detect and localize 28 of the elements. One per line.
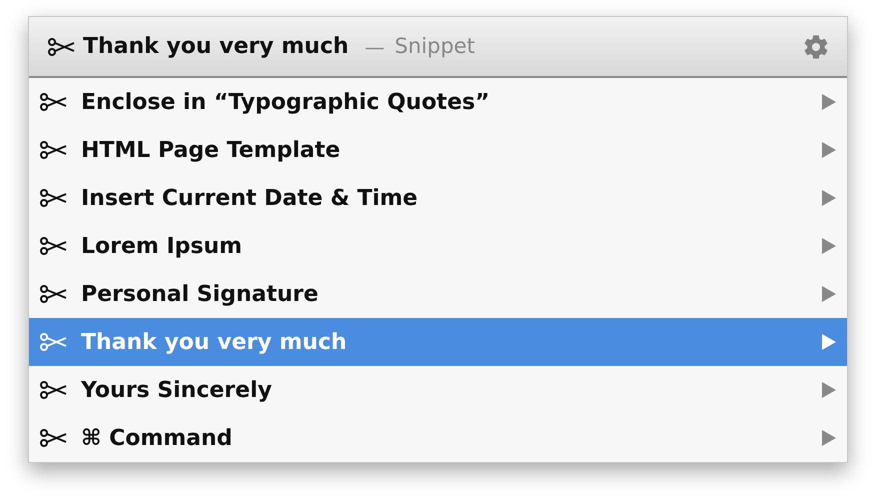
scissors-icon — [39, 285, 67, 303]
submenu-arrow-icon — [821, 237, 837, 255]
submenu-arrow-icon — [821, 93, 837, 111]
menu-item[interactable]: Personal Signature — [29, 270, 847, 318]
header-title: Thank you very much — [83, 33, 349, 61]
menu-item[interactable]: Yours Sincerely — [29, 366, 847, 414]
scissors-icon — [39, 333, 67, 351]
menu-item[interactable]: ⌘ Command — [29, 414, 847, 462]
header-separator: — — [364, 34, 385, 60]
submenu-arrow-icon — [821, 333, 837, 351]
menu-item[interactable]: Enclose in “Typographic Quotes” — [29, 78, 847, 126]
header-subtitle: Snippet — [394, 32, 475, 60]
menu-item[interactable]: Lorem Ipsum — [29, 222, 847, 270]
submenu-arrow-icon — [821, 381, 837, 399]
submenu-arrow-icon — [821, 141, 837, 159]
menu-item[interactable]: Insert Current Date & Time — [29, 174, 847, 222]
scissors-icon — [39, 189, 67, 207]
scissors-icon — [39, 141, 67, 159]
menu-item[interactable]: HTML Page Template — [29, 126, 847, 174]
scissors-icon — [47, 38, 75, 56]
scissors-icon — [39, 93, 67, 111]
scissors-icon — [39, 429, 67, 447]
scissors-icon — [39, 237, 67, 255]
submenu-arrow-icon — [821, 189, 837, 207]
submenu-arrow-icon — [821, 429, 837, 447]
submenu-arrow-icon — [821, 285, 837, 303]
scissors-icon — [39, 381, 67, 399]
settings-icon[interactable] — [803, 34, 829, 60]
